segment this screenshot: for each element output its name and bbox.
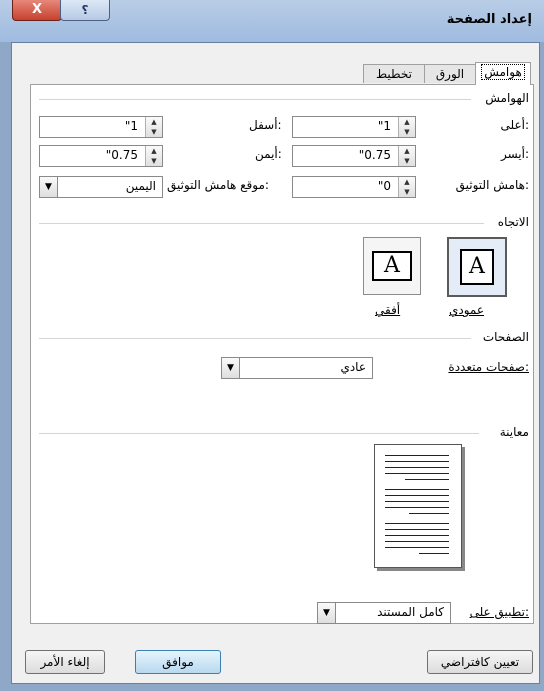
portrait-label: عمودي	[449, 303, 485, 317]
chevron-down-icon[interactable]: ▼	[40, 177, 58, 197]
bottom-margin-spinner[interactable]: "1 ▲ ▼	[39, 116, 163, 138]
pages-group-title: الصفحات	[482, 330, 529, 344]
tab-layout[interactable]: تخطيط	[363, 64, 425, 83]
set-as-default-button[interactable]: تعيين كافتراضي	[427, 650, 533, 674]
right-margin-spinner[interactable]: "0.75 ▲ ▼	[39, 145, 163, 167]
portrait-page-icon: A	[460, 249, 494, 285]
left-margin-spinner[interactable]: "0.75 ▲ ▼	[292, 145, 416, 167]
gutter-position-value: اليمين	[125, 179, 156, 193]
dialog-title: إعداد الصفحة	[446, 12, 532, 27]
right-label: أيمن:	[255, 147, 282, 161]
close-button[interactable]: X	[12, 0, 62, 21]
left-label: أيسر:	[500, 147, 529, 161]
divider	[39, 99, 471, 100]
spinner-arrows-icon[interactable]: ▲ ▼	[398, 177, 415, 197]
gutter-value: "0	[377, 179, 391, 193]
dialog-body: هوامش الورق تخطيط الهوامش أعلى: "1 ▲ ▼ أس…	[11, 42, 540, 684]
apply-to-value: كامل المستند	[377, 605, 444, 619]
spinner-arrows-icon[interactable]: ▲ ▼	[398, 146, 415, 166]
divider	[39, 338, 471, 339]
landscape-option[interactable]: A	[363, 237, 421, 295]
chevron-down-icon[interactable]: ▼	[318, 603, 336, 623]
preview-page-thumbnail	[374, 444, 462, 568]
spinner-arrows-icon[interactable]: ▲ ▼	[145, 117, 162, 137]
top-margin-spinner[interactable]: "1 ▲ ▼	[292, 116, 416, 138]
landscape-page-icon: A	[372, 251, 412, 281]
preview-group-title: معاينة	[499, 425, 529, 439]
top-label: أعلى:	[500, 118, 529, 132]
bottom-margin-value: "1	[124, 119, 138, 133]
ok-button[interactable]: موافق	[135, 650, 221, 674]
chevron-down-icon[interactable]: ▼	[222, 358, 240, 378]
bottom-label: أسفل:	[249, 118, 282, 132]
top-margin-value: "1	[377, 119, 391, 133]
landscape-label: أفقي	[375, 303, 401, 317]
tab-margins[interactable]: هوامش	[475, 62, 531, 85]
left-margin-value: "0.75	[358, 148, 391, 162]
tab-paper[interactable]: الورق	[422, 64, 478, 83]
help-button[interactable]: ؟	[60, 0, 110, 21]
title-bar: X ؟ إعداد الصفحة	[0, 0, 544, 42]
multiple-pages-label: صفحات متعددة:	[448, 360, 529, 374]
multiple-pages-value: عادي	[340, 360, 366, 374]
gutter-spinner[interactable]: "0 ▲ ▼	[292, 176, 416, 198]
multiple-pages-dropdown[interactable]: ▼ عادي	[221, 357, 373, 379]
divider	[39, 223, 484, 224]
divider	[39, 433, 479, 434]
page-setup-dialog: X ؟ إعداد الصفحة هوامش الورق تخطيط الهوا…	[0, 0, 544, 691]
gutter-position-dropdown[interactable]: ▼ اليمين	[39, 176, 163, 198]
portrait-option[interactable]: A	[447, 237, 507, 297]
apply-to-dropdown[interactable]: ▼ كامل المستند	[317, 602, 451, 624]
tab-strip: هوامش الورق تخطيط	[341, 62, 531, 85]
right-margin-value: "0.75	[105, 148, 138, 162]
spinner-arrows-icon[interactable]: ▲ ▼	[145, 146, 162, 166]
orientation-group-title: الاتجاه	[497, 215, 529, 229]
gutter-label: هامش التوثيق:	[455, 178, 529, 192]
gutter-position-label: موقع هامش التوثيق:	[167, 178, 269, 192]
margins-group-title: الهوامش	[485, 91, 529, 105]
apply-to-label: تطبيق على:	[469, 605, 529, 619]
spinner-arrows-icon[interactable]: ▲ ▼	[398, 117, 415, 137]
cancel-button[interactable]: إلغاء الأمر	[25, 650, 105, 674]
